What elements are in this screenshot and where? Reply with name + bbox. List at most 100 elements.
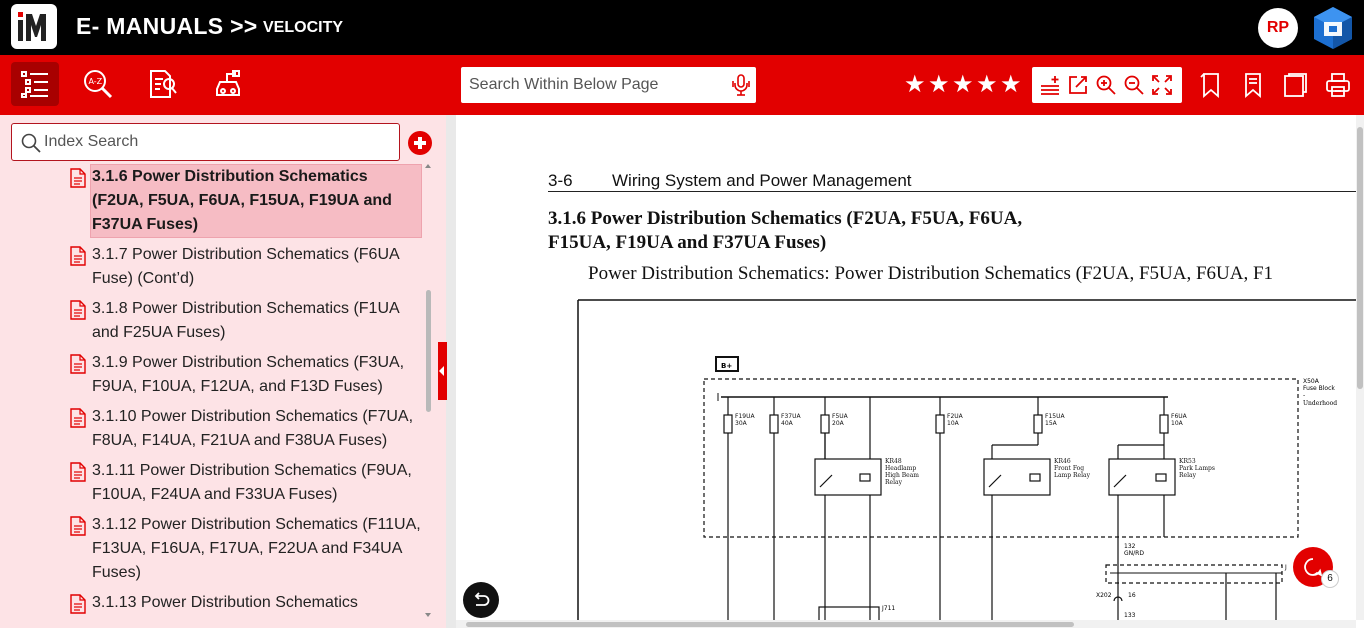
cube-logo-icon[interactable] <box>1310 5 1356 51</box>
index-toolbar: A-Z <box>0 55 446 115</box>
zoom-in-icon[interactable] <box>1095 74 1117 96</box>
manual-name[interactable]: VELOCITY <box>263 19 343 37</box>
index-scroll-down-icon[interactable] <box>425 613 431 617</box>
chat-notification-badge: 6 <box>1321 570 1339 588</box>
fuse-block-dash: - <box>1303 392 1305 399</box>
pdf-file-icon <box>70 300 86 320</box>
add-note-icon[interactable] <box>1039 74 1061 96</box>
star-icon[interactable]: ★ <box>928 72 952 96</box>
relay-name: KR46 <box>1054 458 1071 465</box>
index-scrollbar[interactable] <box>426 290 431 412</box>
fuse-block-label: Fuse Block <box>1303 385 1335 392</box>
index-item-label: 3.1.11 Power Distribution Schematics (F9… <box>92 462 412 503</box>
document-viewer: 3-6 Wiring System and Power Management 3.… <box>456 115 1356 620</box>
index-item-label: 3.1.6 Power Distribution Schematics (F2U… <box>92 168 392 233</box>
toc-list-button[interactable] <box>11 62 59 106</box>
index-item-label: 3.1.12 Power Distribution Schematics (F1… <box>92 516 421 581</box>
page-search-box[interactable] <box>461 67 756 103</box>
pdf-file-icon <box>70 408 86 428</box>
index-panel: 3.1.6 Power Distribution Schematics (F2U… <box>0 115 446 628</box>
battery-label: B+ <box>721 362 732 370</box>
collapse-panel-icon[interactable] <box>438 342 447 400</box>
module-connector-label: J711 <box>881 605 895 612</box>
fit-screen-icon[interactable] <box>1151 74 1173 96</box>
fuse-rating: 40A <box>781 420 794 427</box>
vehicle-diagnostic-button[interactable] <box>204 62 252 106</box>
fuse-name: F19UA <box>735 413 755 420</box>
svg-text:A-Z: A-Z <box>89 77 103 86</box>
fuse-block-location: Underhood <box>1303 400 1337 407</box>
wire-color: GN/RD <box>1124 550 1144 557</box>
add-icon[interactable] <box>408 131 432 155</box>
index-item-3-1-7[interactable]: 3.1.7 Power Distribution Schematics (F6U… <box>68 243 424 293</box>
index-item-label: 3.1.13 Power Distribution Schematics <box>92 594 358 611</box>
document-horizontal-scrollbar[interactable] <box>456 620 1356 628</box>
index-scroll-up-icon[interactable] <box>425 164 431 168</box>
index-item-3-1-9[interactable]: 3.1.9 Power Distribution Schematics (F3U… <box>68 351 424 401</box>
relay-name: KR53 <box>1179 458 1196 465</box>
index-item-3-1-12[interactable]: 3.1.12 Power Distribution Schematics (F1… <box>68 513 424 587</box>
print-icon[interactable] <box>1325 72 1351 98</box>
index-item-3-1-13[interactable]: 3.1.13 Power Distribution Schematics <box>68 591 424 628</box>
bookmark-list-icon[interactable] <box>1241 72 1265 98</box>
connector-name: X202 <box>1096 592 1112 599</box>
relay-name: KR48 <box>885 458 902 465</box>
index-item-3-1-10[interactable]: 3.1.10 Power Distribution Schematics (F7… <box>68 405 424 455</box>
fuse-rating: 15A <box>1045 420 1058 427</box>
document-search-button[interactable] <box>139 62 187 106</box>
fuse-block-name: X50A <box>1303 378 1320 385</box>
chat-bubble-icon <box>1304 558 1323 577</box>
fuse-rating: 20A <box>832 420 845 427</box>
index-search-box[interactable] <box>11 123 400 161</box>
index-item-label: 3.1.9 Power Distribution Schematics (F3U… <box>92 354 405 395</box>
pdf-file-icon <box>70 462 86 482</box>
index-item-3-1-8[interactable]: 3.1.8 Power Distribution Schematics (F1U… <box>68 297 424 347</box>
view-tools <box>1032 67 1182 103</box>
index-item-label: 3.1.10 Power Distribution Schematics (F7… <box>92 408 414 449</box>
edit-icon[interactable] <box>1067 74 1089 96</box>
index-item-3-1-11[interactable]: 3.1.11 Power Distribution Schematics (F9… <box>68 459 424 509</box>
app-header: E- MANUALS >> VELOCITY RP <box>0 0 1364 55</box>
user-avatar[interactable]: RP <box>1258 8 1298 48</box>
page-search-input[interactable] <box>469 74 724 96</box>
rating-stars[interactable]: ★ ★ ★ ★ ★ <box>904 72 1024 97</box>
bookmark-icon[interactable] <box>1199 72 1223 98</box>
pdf-file-icon <box>70 594 86 614</box>
a-z-search-button[interactable]: A-Z <box>74 62 122 106</box>
relay-label: Front Fog <box>1054 465 1084 472</box>
pane-divider[interactable] <box>446 55 456 628</box>
fuse-name: F15UA <box>1045 413 1065 420</box>
pdf-file-icon <box>70 168 86 188</box>
index-search-input[interactable] <box>44 131 394 153</box>
im-logo-icon <box>18 12 46 41</box>
section-header: Wiring System and Power Management <box>612 171 912 190</box>
star-icon[interactable]: ★ <box>1000 72 1024 96</box>
fuse-rating: 30A <box>735 420 748 427</box>
header-rule <box>548 191 1356 192</box>
index-item-3-1-6[interactable]: 3.1.6 Power Distribution Schematics (F2U… <box>68 164 424 239</box>
relay-label: Relay <box>1179 472 1197 479</box>
index-item-label: 3.1.8 Power Distribution Schematics (F1U… <box>92 300 399 341</box>
zoom-out-icon[interactable] <box>1123 74 1145 96</box>
connector-pin: 16 <box>1128 592 1136 599</box>
page-header: 3-6 Wiring System and Power Management <box>548 171 1356 191</box>
star-icon[interactable]: ★ <box>952 72 976 96</box>
app-title: E- MANUALS >> <box>76 13 258 39</box>
wiring-schematic[interactable]: B+ X50A Fuse Block - Underhood F19UA 30A… <box>576 297 1356 620</box>
index-list: 3.1.6 Power Distribution Schematics (F2U… <box>0 163 424 628</box>
page-number: 3-6 <box>548 171 573 190</box>
document-vertical-scrollbar[interactable] <box>1356 115 1364 620</box>
microphone-icon[interactable] <box>731 73 751 97</box>
star-icon[interactable]: ★ <box>976 72 1000 96</box>
toc-list-icon <box>21 71 48 98</box>
app-logo[interactable] <box>11 4 57 49</box>
fuse-name: F2UA <box>947 413 964 420</box>
star-icon[interactable]: ★ <box>904 72 928 96</box>
fuse-name: F5UA <box>832 413 849 420</box>
notes-icon[interactable] <box>1282 72 1308 98</box>
figure-caption: Power Distribution Schematics: Power Dis… <box>588 263 1274 284</box>
fuse-name: F6UA <box>1171 413 1188 420</box>
back-arrow-icon <box>474 592 490 606</box>
back-button[interactable] <box>463 582 499 618</box>
pdf-file-icon <box>70 516 86 536</box>
